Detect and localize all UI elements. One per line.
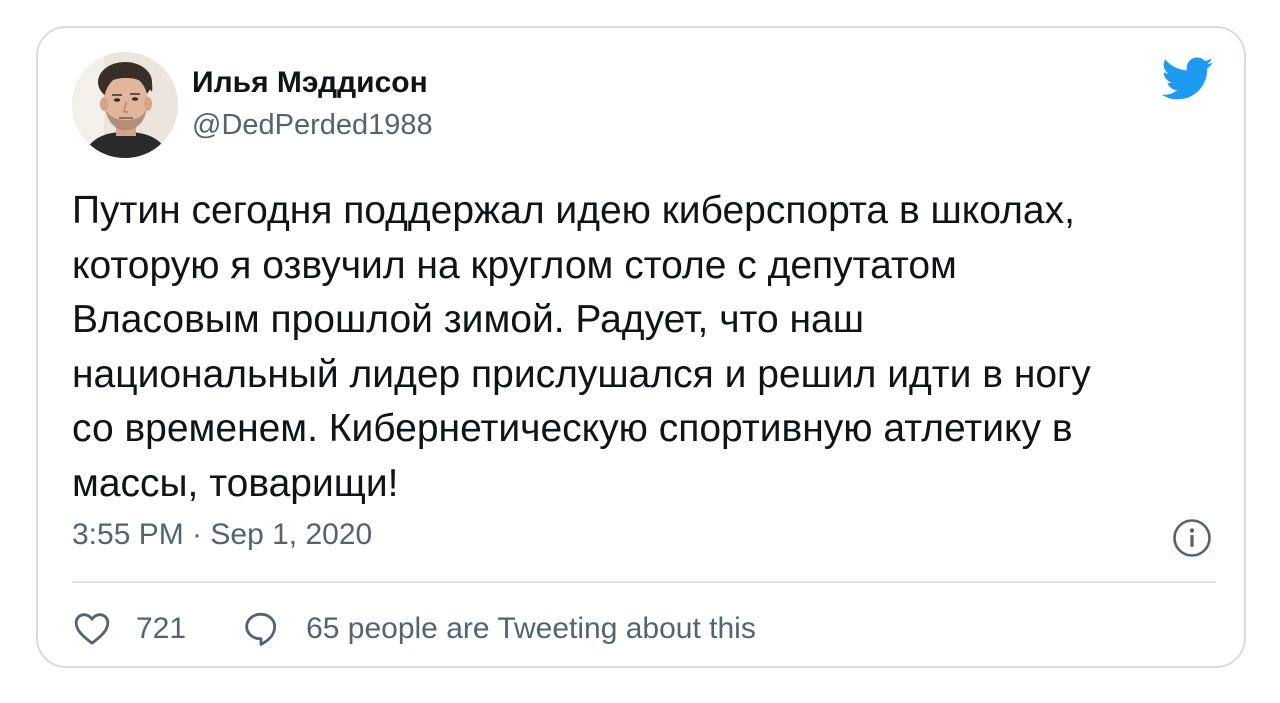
avatar[interactable]: [72, 52, 178, 158]
heart-icon: [74, 613, 110, 645]
tweet-text-line: Путин сегодня поддержал идею киберспорта…: [72, 189, 1075, 232]
info-icon[interactable]: [1172, 518, 1212, 558]
like-count: 721: [136, 612, 187, 645]
tweet-text-line: которую я озвучил на круглом столе с деп…: [72, 243, 957, 287]
tweet-text-line: Власовым прошлой зимой. Радует, что наш: [72, 298, 865, 341]
author-handle[interactable]: @DedPerded1988: [192, 109, 433, 142]
author-name[interactable]: Илья Мэддисон: [192, 66, 428, 100]
tweet-text: Путин сегодня поддержал идею киберспорта…: [72, 184, 1192, 511]
tweet-timestamp[interactable]: 3:55 PM · Sep 1, 2020: [72, 518, 372, 552]
twitter-bird-icon[interactable]: [1161, 57, 1214, 101]
tweet-text-line: со временем. Кибернетическую спортивную …: [72, 407, 1073, 450]
action-bar: 721 65 people are Tweeting about this: [72, 604, 756, 654]
conversation-button[interactable]: 65 people are Tweeting about this: [242, 609, 756, 649]
speech-bubble-icon: [245, 612, 277, 646]
tweet-text-line: национальный лидер прислушался и решил и…: [72, 352, 1091, 396]
like-button[interactable]: 721: [72, 609, 186, 649]
conversation-count: 65 people are Tweeting about this: [306, 612, 756, 645]
tweet-text-line: массы, товарищи!: [72, 461, 399, 505]
divider: [72, 581, 1216, 583]
tweet-card: Илья Мэддисон @DedPerded1988 Путин сегод…: [36, 26, 1246, 668]
